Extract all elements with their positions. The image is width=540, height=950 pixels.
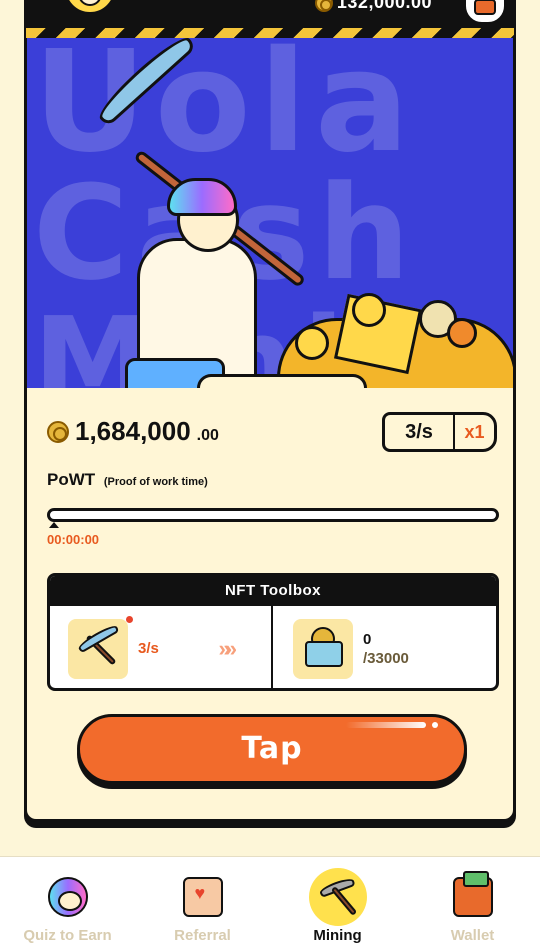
scene-tab — [197, 374, 367, 388]
nav-item-wallet[interactable]: Wallet — [405, 857, 540, 950]
rate-value: 3/s — [385, 415, 455, 449]
powt-timer: 00:00:00 — [47, 532, 100, 547]
tap-button[interactable]: Tap — [77, 714, 467, 784]
rate-multiplier-box[interactable]: 3/s x1 — [382, 412, 497, 452]
multiplier-value: x1 — [464, 421, 485, 442]
toolbox-pickaxe-slot[interactable]: 3/s »» — [50, 606, 271, 688]
toolbox-cart-slot[interactable]: 0 /33000 — [271, 606, 496, 688]
progress-marker-icon — [49, 522, 59, 528]
nav-label: Wallet — [450, 927, 495, 944]
hazard-stripe — [24, 28, 516, 38]
nav-label: Referral — [174, 927, 231, 944]
mining-card: Uola Cash Mini 1,684,000 .00 3/s x1 PoWT … — [24, 38, 516, 822]
header-balance-value: 132,000.00 — [336, 0, 432, 12]
button-shine-dot — [432, 722, 438, 728]
coin-icon — [47, 421, 69, 443]
nav-label: Quiz to Earn — [23, 927, 112, 944]
powt-title: PoWT (Proof of work time) — [47, 470, 208, 490]
miner-hair — [167, 178, 237, 216]
header-balance: 132,000.00 — [314, 0, 432, 13]
nav-item-mining[interactable]: Mining — [270, 857, 405, 950]
powt-label: PoWT — [47, 470, 96, 489]
avatar-face-icon — [78, 0, 102, 6]
scene-background-lettering: Uola — [33, 38, 418, 184]
pickaxe-rate: 3/s — [138, 640, 159, 657]
bitcoin-icon — [447, 318, 477, 348]
wallet-icon — [474, 0, 496, 15]
mining-balance: 1,684,000 .00 — [47, 416, 219, 447]
pickaxe-icon — [68, 618, 128, 679]
powt-progress-bar — [47, 508, 499, 522]
balance-main: 1,684,000 — [75, 416, 191, 446]
nav-item-referral[interactable]: Referral — [135, 857, 270, 950]
nav-item-quiz-to-earn[interactable]: Quiz to Earn — [0, 857, 135, 950]
user-avatar[interactable] — [64, 0, 116, 14]
bottom-navigation: Quiz to Earn Referral Mining Wallet — [0, 856, 540, 950]
powt-subtitle: (Proof of work time) — [103, 476, 208, 488]
mining-cart-icon — [293, 618, 353, 679]
pickaxe-icon — [308, 868, 367, 926]
chevron-right-icon: »» — [218, 635, 238, 661]
coin-icon — [295, 326, 329, 360]
wallet-icon — [452, 871, 493, 917]
header-wallet-button[interactable] — [464, 0, 506, 24]
nav-label: Mining — [313, 927, 362, 944]
cart-count-value: 0 — [363, 630, 372, 648]
referral-envelope-icon — [182, 877, 223, 917]
balance-decimal: .00 — [196, 427, 219, 444]
coin-icon — [314, 0, 333, 12]
cart-count-total: /33000 — [363, 649, 409, 667]
tap-button-label: Tap — [241, 731, 303, 766]
toolbox-title: NFT Toolbox — [50, 576, 496, 606]
notification-dot — [126, 616, 133, 623]
scene-background-lettering: Cash — [33, 168, 513, 298]
cart-count: 0 /33000 — [363, 630, 409, 668]
quiz-avatar-icon — [47, 877, 88, 917]
top-bar: 132,000.00 — [24, 0, 516, 30]
button-shine — [346, 722, 426, 728]
mining-scene-illustration[interactable]: Uola Cash Mini — [27, 38, 513, 388]
nft-toolbox: NFT Toolbox 3/s »» 0 /33000 — [47, 573, 499, 691]
coin-icon — [352, 293, 386, 327]
